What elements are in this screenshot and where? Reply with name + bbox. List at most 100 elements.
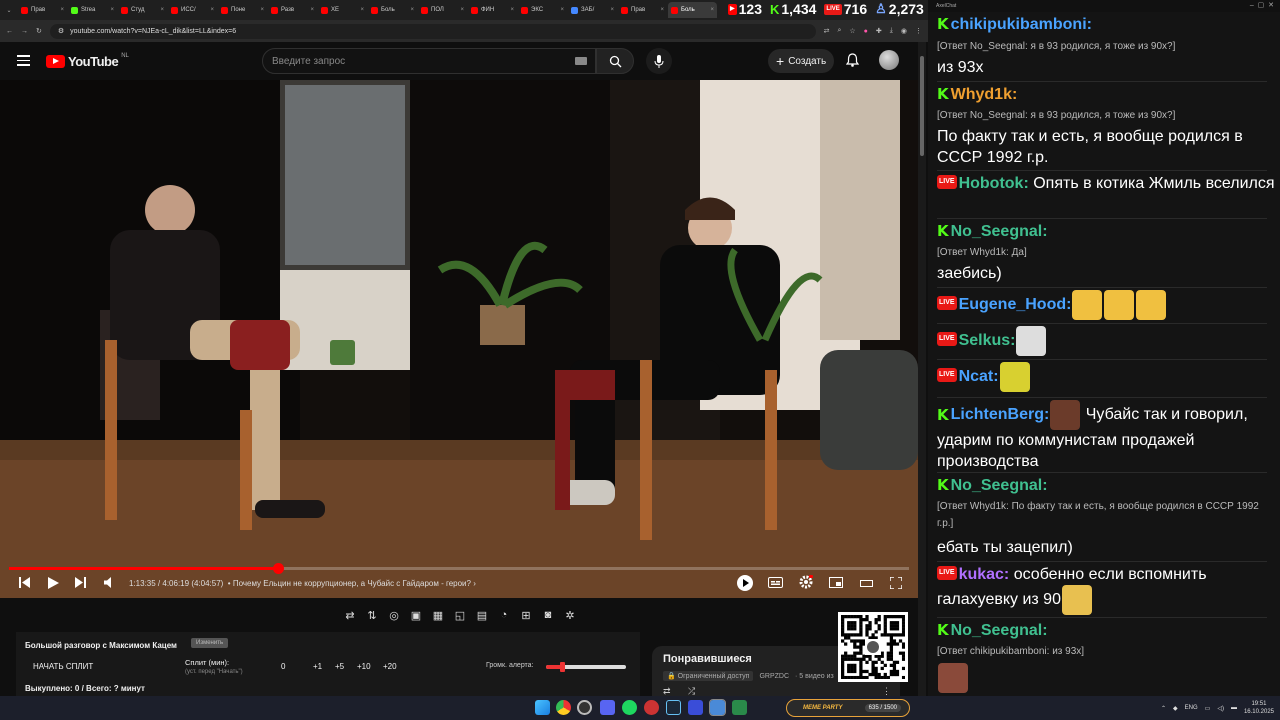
steam-icon[interactable] [666, 700, 681, 715]
discord-icon[interactable] [600, 700, 615, 715]
browser-tab[interactable]: Разв × [268, 2, 317, 18]
chapter-title[interactable]: • Почему Ельцин не коррупционер, а Чубай… [228, 579, 471, 588]
close-tab-icon[interactable]: × [510, 7, 514, 13]
battery-icon[interactable]: ▬ [1231, 705, 1237, 711]
close-tab-icon[interactable]: × [560, 7, 564, 13]
browser-tab[interactable]: Прав × [18, 2, 67, 18]
extensions-puzzle-icon[interactable]: ✚ [876, 27, 882, 35]
notifications-bell-icon[interactable] [845, 53, 860, 72]
tray-app-icon[interactable]: ◆ [1173, 705, 1178, 712]
chat-username[interactable]: No_Seegnal: [951, 477, 1048, 494]
app-icon[interactable] [644, 700, 659, 715]
film-strip-icon[interactable]: ▤ [473, 606, 491, 624]
reload-icon[interactable]: ↻ [36, 27, 42, 35]
video-player[interactable] [0, 80, 918, 598]
browser-menu-icon[interactable]: ⋮ [915, 27, 922, 35]
site-info-icon[interactable]: ⚙ [58, 27, 64, 35]
chat-username[interactable]: Eugene_Hood: [959, 296, 1072, 313]
add-frame-icon[interactable]: ⊞ [517, 606, 535, 624]
theater-mode-icon[interactable] [860, 580, 873, 587]
browser-tab[interactable]: Поне × [218, 2, 267, 18]
add-20-button[interactable]: +20 [383, 662, 397, 671]
browser-tab[interactable]: ХЕ × [318, 2, 367, 18]
speedometer-icon[interactable]: ◔ [495, 606, 513, 624]
video-camera-icon[interactable]: ▣ [407, 606, 425, 624]
chat-username[interactable]: Selkus: [959, 332, 1016, 349]
alert-volume-slider[interactable] [546, 662, 626, 672]
add-10-button[interactable]: +10 [357, 662, 371, 671]
split-settings-button[interactable]: Изменить [191, 638, 229, 648]
chat-username[interactable]: chikipukibamboni: [951, 16, 1092, 33]
search-input[interactable]: Введите запрос [262, 48, 596, 74]
chat-username[interactable]: kukac: [959, 566, 1010, 583]
hamburger-menu-icon[interactable] [17, 55, 30, 66]
browser-tab[interactable]: Боль × [668, 2, 717, 18]
browser-tab[interactable]: Strea × [68, 2, 117, 18]
add-5-button[interactable]: +5 [335, 662, 344, 671]
close-tab-icon[interactable]: × [60, 7, 64, 13]
play-icon[interactable] [48, 577, 59, 589]
back-icon[interactable]: ← [6, 28, 13, 35]
browser-tab[interactable]: Боль × [368, 2, 417, 18]
chevron-right-icon[interactable]: › [473, 579, 476, 588]
add-1-button[interactable]: +1 [313, 662, 322, 671]
chat-username[interactable]: LichtenBerg: [951, 406, 1050, 423]
progress-bar[interactable] [9, 563, 909, 574]
close-tab-icon[interactable]: × [410, 7, 414, 13]
broadcast-icon[interactable]: ◎ [385, 606, 403, 624]
search-button[interactable] [596, 48, 634, 74]
chrome-icon[interactable] [556, 700, 571, 715]
media-player-icon[interactable] [688, 700, 703, 715]
tray-chevron-icon[interactable]: ⌃ [1161, 705, 1166, 712]
network-icon[interactable]: ▭ [1205, 705, 1211, 712]
progress-scrubber[interactable] [273, 563, 285, 574]
chat-username[interactable]: Hobotok: [959, 175, 1029, 192]
keyboard-icon[interactable] [575, 57, 587, 65]
close-tab-icon[interactable]: × [710, 7, 714, 13]
account-avatar[interactable] [879, 50, 899, 70]
close-tab-icon[interactable]: × [110, 7, 114, 13]
voice-search-button[interactable] [646, 48, 672, 74]
translate-icon[interactable]: ⇄ [824, 27, 830, 35]
close-tab-icon[interactable]: × [610, 7, 614, 13]
browser-tab[interactable]: ЗАБ/ × [568, 2, 617, 18]
close-tab-icon[interactable]: × [460, 7, 464, 13]
chat-username[interactable]: Ncat: [959, 368, 999, 385]
playlist-title[interactable]: Понравившиеся [663, 653, 752, 665]
playlist-owner[interactable]: GRPZDC [759, 673, 789, 680]
create-button[interactable]: + Создать [768, 49, 835, 73]
close-tab-icon[interactable]: × [260, 7, 264, 13]
previous-icon[interactable] [19, 577, 30, 588]
close-tab-icon[interactable]: × [660, 7, 664, 13]
loop-icon[interactable]: ⇄ [341, 606, 359, 624]
start-split-button[interactable]: НАЧАТЬ СПЛИТ [33, 662, 93, 671]
language-indicator[interactable]: ENG [1185, 705, 1198, 711]
close-tab-icon[interactable]: × [210, 7, 214, 13]
windows-start-icon[interactable] [535, 700, 550, 715]
settings-gear-icon[interactable] [799, 575, 813, 589]
browser-tab[interactable]: Прав × [618, 2, 667, 18]
autoplay-toggle-icon[interactable] [736, 574, 754, 592]
close-tab-icon[interactable]: × [360, 7, 364, 13]
chat-username[interactable]: Whyd1k: [951, 86, 1018, 103]
obs-icon[interactable] [577, 700, 592, 715]
bookmark-star-icon[interactable]: ☆ [849, 27, 855, 35]
meme-party-widget[interactable]: MEME PARTY 635 / 1500 [786, 699, 910, 717]
volume-icon[interactable]: ◁) [1217, 705, 1224, 712]
miniplayer-icon[interactable] [829, 577, 843, 588]
window-controls[interactable]: – ▢ ✕ [1250, 0, 1274, 12]
zoom-icon[interactable]: ⌕ [837, 27, 841, 35]
scrollbar-thumb[interactable] [920, 56, 924, 156]
url-field[interactable]: ⚙ youtube.com/watch?v=NJEa-cL_dik&list=LL… [49, 23, 816, 39]
notes-icon[interactable] [732, 700, 747, 715]
profile-icon[interactable]: ◉ [901, 27, 907, 35]
next-icon[interactable] [75, 577, 86, 588]
tab-menu[interactable]: ⌄ [1, 2, 17, 18]
spotify-icon[interactable] [622, 700, 637, 715]
extension-icon[interactable]: ● [864, 28, 868, 35]
browser-tab[interactable]: Студ × [118, 2, 167, 18]
chat-username[interactable]: No_Seegnal: [951, 223, 1048, 240]
fullscreen-icon[interactable] [890, 577, 902, 589]
clock[interactable]: 19:51 16.10.2025 [1244, 700, 1274, 716]
forward-icon[interactable]: → [21, 28, 28, 35]
